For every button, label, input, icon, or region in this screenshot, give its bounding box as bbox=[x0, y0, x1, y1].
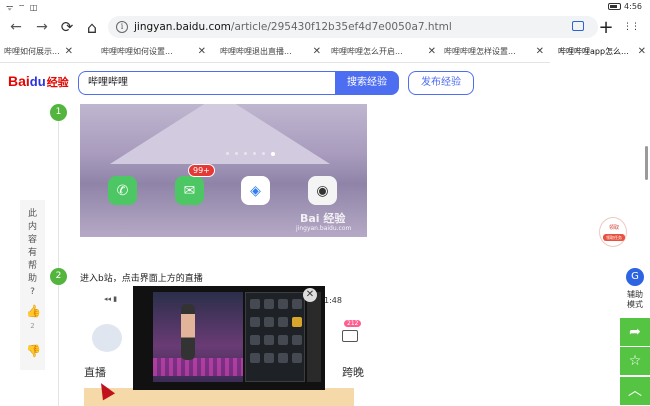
feedback-char: ? bbox=[30, 287, 35, 297]
messages-app-icon: ✉ bbox=[175, 176, 204, 205]
tab-switcher-icon[interactable] bbox=[572, 21, 584, 31]
battery-clock: 4:56 bbox=[608, 2, 642, 11]
screenshot-time: 1:48 bbox=[324, 296, 342, 305]
search-input[interactable]: 哔哩哔哩 bbox=[78, 71, 336, 95]
forward-icon[interactable]: → bbox=[32, 17, 52, 37]
status-icons: ◂◂ ▮ bbox=[104, 295, 118, 303]
tab-close-icon[interactable]: ✕ bbox=[65, 41, 73, 63]
tab-label: 哔哩哔哩app怎么... bbox=[558, 47, 629, 56]
search-button[interactable]: 搜索经验 bbox=[335, 71, 399, 95]
tab-close-icon[interactable]: ✕ bbox=[198, 41, 206, 63]
logo-bai: Bai bbox=[8, 73, 30, 89]
video-side-controls bbox=[307, 292, 321, 382]
logo-du: du bbox=[29, 74, 46, 89]
tab-label: 哔哩哔哩怎样设置... bbox=[444, 47, 516, 56]
step-text: 进入b站，点击界面上方的直播 bbox=[80, 274, 203, 284]
feedback-char: 帮 bbox=[27, 261, 37, 271]
status-bar: ᯤ ⌔ ◫ 4:56 bbox=[0, 0, 650, 14]
watermark-url: jingyan.baidu.com bbox=[296, 225, 352, 232]
tab-close-icon[interactable]: ✕ bbox=[536, 41, 544, 63]
thumbs-up-icon[interactable]: 👍 bbox=[26, 304, 41, 318]
status-icons: ᯤ ⌔ ◫ bbox=[6, 3, 39, 12]
tab-item[interactable]: 哔哩哔哩怎么开启... ✕ bbox=[325, 41, 440, 63]
site-header: Baidu经验 哔哩哔哩 搜索经验 发布经验 bbox=[0, 64, 650, 104]
feedback-sidebar: 此 内 容 有 帮 助 ? 👍 2 👎 bbox=[20, 200, 45, 370]
phone-app-icon: ✆ bbox=[108, 176, 137, 205]
baidu-jingyan-logo[interactable]: Baidu经验 bbox=[8, 73, 69, 90]
wallpaper-mountain bbox=[110, 104, 330, 164]
promo-title: 领取 bbox=[608, 225, 619, 231]
new-tab-icon[interactable]: + bbox=[596, 17, 616, 38]
tab-close-icon[interactable]: ✕ bbox=[428, 41, 436, 63]
battery-icon bbox=[608, 3, 622, 10]
live-tab-label: 直播 bbox=[84, 366, 106, 379]
tab-label: 哔哩如何展示... bbox=[4, 47, 60, 56]
home-icon[interactable]: ⌂ bbox=[82, 17, 102, 37]
url-host: jingyan.baidu.com bbox=[134, 21, 231, 33]
assist-label-line2: 模式 bbox=[627, 300, 643, 309]
reload-icon[interactable]: ⟳ bbox=[57, 17, 77, 37]
watermark: Bai 经验 bbox=[300, 212, 346, 225]
tab-item[interactable]: 哔哩哔哩退出直播... ✕ bbox=[210, 41, 325, 63]
camera-app-icon: ◉ bbox=[308, 176, 337, 205]
promo-button: 领取任务 bbox=[603, 234, 625, 241]
tab-label: 哔哩哔哩退出直播... bbox=[220, 47, 292, 56]
video-close-icon[interactable]: ✕ bbox=[303, 288, 317, 302]
like-count: 2 bbox=[30, 322, 35, 330]
video-character bbox=[181, 304, 195, 360]
clock: 4:56 bbox=[624, 2, 642, 11]
mail-badge: 212 bbox=[344, 320, 362, 327]
step-number: 1 bbox=[50, 104, 67, 121]
step-number: 2 bbox=[50, 268, 67, 285]
menu-icon[interactable]: ⋮⋮ bbox=[621, 17, 641, 37]
tab-close-icon[interactable]: ✕ bbox=[313, 41, 321, 63]
video-floor bbox=[153, 358, 243, 376]
video-item-panel bbox=[245, 292, 305, 382]
assist-icon: G bbox=[626, 268, 644, 286]
tab-close-icon[interactable]: ✕ bbox=[638, 41, 646, 63]
banner-strip bbox=[84, 388, 354, 406]
browser-app-icon: ◈ bbox=[241, 176, 270, 205]
back-icon[interactable]: ← bbox=[6, 17, 26, 37]
step-timeline bbox=[58, 104, 59, 406]
publish-button[interactable]: 发布经验 bbox=[408, 71, 474, 95]
logo-jingyan: 经验 bbox=[46, 77, 69, 89]
tab-item[interactable]: 哔哩如何展示... ✕ bbox=[0, 41, 77, 63]
scrollbar[interactable] bbox=[645, 146, 648, 180]
feedback-char: 助 bbox=[27, 274, 37, 284]
site-info-icon[interactable]: i bbox=[116, 21, 128, 33]
avatar bbox=[92, 324, 122, 352]
tab-label: 哔哩哔哩怎么开启... bbox=[331, 47, 403, 56]
mail-icon bbox=[342, 330, 358, 342]
tab-strip: 哔哩如何展示... ✕ 哔哩哔哩如何设置... ✕ 哔哩哔哩退出直播... ✕ 哔哩哔… bbox=[0, 41, 650, 63]
tab-item[interactable]: 哔哩哔哩如何设置... ✕ bbox=[95, 41, 210, 63]
tab-item-active[interactable]: 哔哩哔哩app怎么... ✕ bbox=[550, 41, 650, 63]
back-to-top-icon[interactable]: ︿ bbox=[620, 377, 650, 405]
assist-mode-button[interactable]: G 辅助 模式 bbox=[620, 265, 650, 317]
right-tab-label: 跨晚 bbox=[342, 366, 364, 379]
assist-label: 辅助 模式 bbox=[620, 290, 650, 310]
assist-label-line1: 辅助 bbox=[627, 290, 643, 299]
feedback-char: 此 bbox=[27, 209, 37, 219]
tab-item[interactable]: 哔哩哔哩怎样设置... ✕ bbox=[440, 41, 548, 63]
address-bar[interactable]: i jingyan.baidu.com/article/295430f12b35… bbox=[108, 16, 598, 38]
page-dots bbox=[226, 152, 275, 156]
feedback-char: 容 bbox=[27, 235, 37, 245]
promo-badge[interactable]: 领取 领取任务 bbox=[599, 217, 627, 247]
floating-video-player[interactable]: ✕ bbox=[133, 286, 325, 390]
favorite-star-icon[interactable]: ☆ bbox=[620, 347, 650, 375]
feedback-char: 有 bbox=[27, 248, 37, 258]
thumbs-down-icon[interactable]: 👎 bbox=[26, 344, 41, 358]
url-path: /article/295430f12b35ef4d7e0050a7.html bbox=[230, 21, 452, 33]
tab-label: 哔哩哔哩如何设置... bbox=[101, 47, 173, 56]
share-icon[interactable]: ➦ bbox=[620, 318, 650, 346]
browser-toolbar: ← → ⟳ ⌂ i jingyan.baidu.com/article/2954… bbox=[0, 14, 650, 40]
step-1-screenshot[interactable]: ✆ ✉ 99+ ◈ ◉ Bai 经验 jingyan.baidu.com bbox=[80, 104, 367, 237]
feedback-question: 此 内 容 有 帮 助 ? bbox=[20, 208, 45, 299]
feedback-char: 内 bbox=[27, 222, 37, 232]
notification-badge: 99+ bbox=[188, 164, 215, 177]
